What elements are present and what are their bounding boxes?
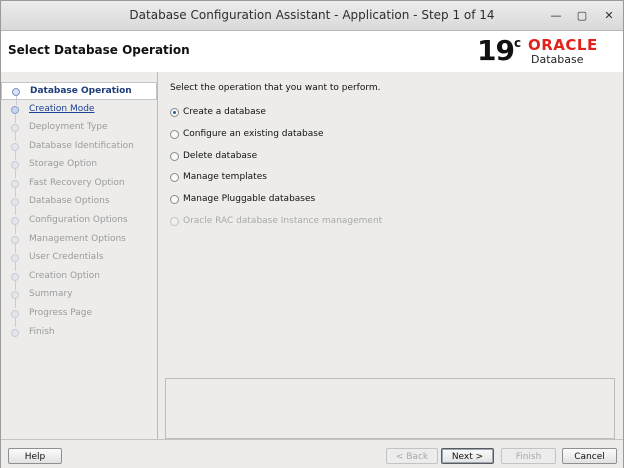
radio-icon[interactable] [170, 195, 179, 204]
step-indicator-icon [12, 88, 20, 96]
logo-brand: ORACLE [528, 36, 598, 54]
radio-icon[interactable] [170, 173, 179, 182]
help-button[interactable]: Help [8, 448, 62, 464]
option-label[interactable]: Manage Pluggable databases [183, 194, 315, 204]
page-header: Select Database Operation 19 c ORACLE Da… [1, 31, 623, 73]
step-indicator-icon [11, 124, 19, 132]
step-database-identification: Database Identification [1, 138, 157, 160]
step-indicator-icon [11, 236, 19, 244]
step-finish: Finish [1, 324, 157, 342]
logo-version: 19 [477, 34, 515, 67]
step-label: Finish [29, 327, 55, 337]
radio-icon[interactable] [170, 152, 179, 161]
logo-version-suffix: c [514, 36, 522, 50]
step-indicator-icon [11, 329, 19, 337]
maximize-button[interactable]: ▢ [575, 9, 589, 23]
finish-button: Finish [501, 448, 556, 464]
option-label: Oracle RAC database Instance management [183, 216, 383, 226]
title-bar: Database Configuration Assistant - Appli… [1, 1, 623, 31]
option-label[interactable]: Create a database [183, 107, 266, 117]
step-indicator-icon [11, 143, 19, 151]
step-indicator-icon [11, 273, 19, 281]
step-label: Fast Recovery Option [29, 178, 125, 188]
step-configuration-options: Configuration Options [1, 212, 157, 234]
step-summary: Summary [1, 286, 157, 308]
option-label[interactable]: Manage templates [183, 172, 267, 182]
step-label: Creation Mode [29, 104, 95, 114]
step-label: Database Operation [30, 86, 132, 96]
step-label: Database Identification [29, 141, 134, 151]
step-label: Progress Page [29, 308, 93, 318]
button-bar: Help < Back Next > Finish Cancel [1, 439, 623, 468]
step-navigation: Database Operation Creation Mode Deploym… [1, 72, 158, 439]
step-label: Configuration Options [29, 215, 128, 225]
step-fast-recovery-option: Fast Recovery Option [1, 175, 157, 197]
step-label: Management Options [29, 234, 126, 244]
step-creation-mode[interactable]: Creation Mode [1, 101, 157, 123]
main-content: Select the operation that you want to pe… [158, 72, 623, 439]
cancel-button[interactable]: Cancel [562, 448, 617, 464]
step-user-credentials: User Credentials [1, 249, 157, 271]
step-database-options: Database Options [1, 193, 157, 215]
step-indicator-icon [11, 198, 19, 206]
step-label: Creation Option [29, 271, 100, 281]
step-deployment-type: Deployment Type [1, 119, 157, 141]
radio-icon[interactable] [170, 108, 179, 117]
step-storage-option: Storage Option [1, 156, 157, 178]
step-label: Database Options [29, 196, 110, 206]
step-label: Storage Option [29, 159, 98, 169]
option-label[interactable]: Configure an existing database [183, 129, 324, 139]
next-button[interactable]: Next > [441, 448, 494, 464]
step-indicator-icon [11, 254, 19, 262]
page-title: Select Database Operation [8, 43, 190, 57]
step-indicator-icon [11, 217, 19, 225]
radio-icon[interactable] [170, 130, 179, 139]
step-indicator-icon [11, 310, 19, 318]
logo-product: Database [531, 53, 584, 66]
back-button: < Back [386, 448, 438, 464]
window-title: Database Configuration Assistant - Appli… [129, 8, 495, 22]
step-creation-option: Creation Option [1, 268, 157, 290]
step-management-options: Management Options [1, 231, 157, 253]
dbca-window: Database Configuration Assistant - Appli… [0, 0, 624, 468]
step-database-operation[interactable]: Database Operation [1, 82, 157, 105]
step-label: Summary [29, 289, 73, 299]
message-panel [165, 378, 615, 439]
step-indicator-icon [11, 180, 19, 188]
step-indicator-icon [11, 106, 19, 114]
option-label[interactable]: Delete database [183, 151, 257, 161]
step-progress-page: Progress Page [1, 305, 157, 327]
step-label: Deployment Type [29, 122, 108, 132]
step-indicator-icon [11, 161, 19, 169]
radio-icon [170, 217, 179, 226]
operation-prompt: Select the operation that you want to pe… [170, 83, 381, 93]
step-label: User Credentials [29, 252, 104, 262]
step-indicator-icon [11, 291, 19, 299]
minimize-button[interactable]: — [549, 9, 563, 23]
close-button[interactable]: ✕ [602, 9, 616, 23]
